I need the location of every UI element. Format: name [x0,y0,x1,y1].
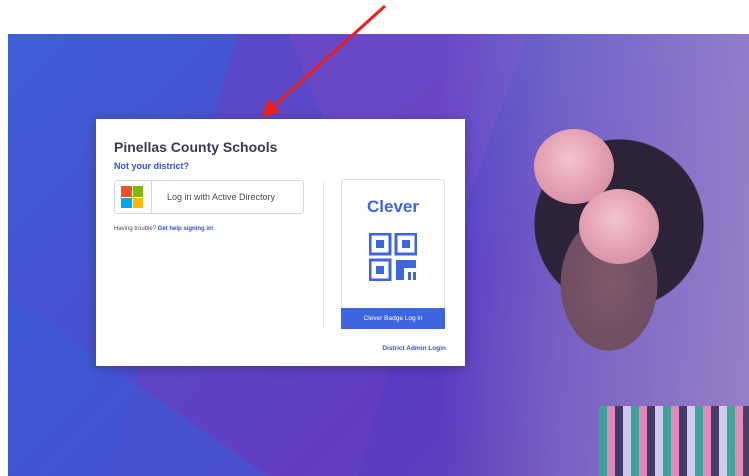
district-name: Pinellas County Schools [114,139,278,155]
button-divider [151,181,152,213]
hair-flower [579,189,659,264]
help-row: Having trouble? Get help signing in! [114,226,214,232]
help-signing-in-link[interactable]: Get help signing in! [158,226,214,232]
clever-logo: Clever [367,197,419,216]
help-prefix: Having trouble? [114,226,157,232]
active-directory-label: Log in with Active Directory [167,192,276,202]
microsoft-logo-icon [121,186,143,208]
login-card: Pinellas County Schools Not your distric… [96,119,465,366]
clever-badge-login-button[interactable]: Clever Badge Log in [341,308,445,329]
vertical-divider [323,181,324,329]
qr-code-icon [369,233,417,281]
clever-badge-panel: Clever Clever Badge Log in [341,179,445,329]
active-directory-login-button[interactable]: Log in with Active Directory [114,180,304,214]
district-admin-login-link[interactable]: District Admin Login [382,345,446,352]
student-photo [439,34,749,476]
striped-shirt [599,406,749,476]
not-your-district-link[interactable]: Not your district? [114,161,189,171]
